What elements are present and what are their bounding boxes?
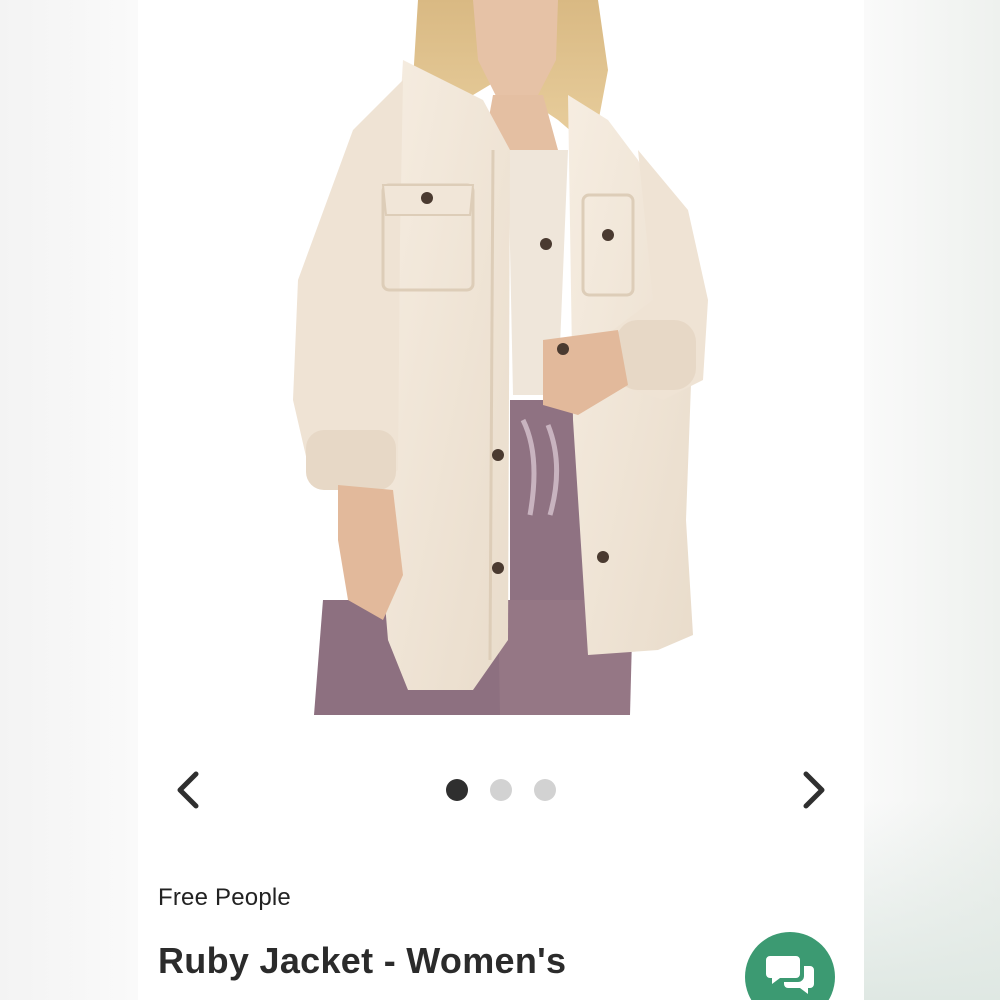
chat-button[interactable]	[745, 932, 835, 1000]
right-backdrop	[864, 0, 1000, 1000]
product-image[interactable]	[138, 0, 864, 715]
product-title: Ruby Jacket - Women's	[158, 940, 567, 981]
carousel-dot-3[interactable]	[534, 779, 556, 801]
brand-name[interactable]: Free People	[158, 884, 291, 912]
carousel-dot-2[interactable]	[490, 779, 512, 801]
image-carousel-controls	[138, 755, 864, 825]
product-panel: Free People Ruby Jacket - Women's	[138, 0, 864, 1000]
left-backdrop	[0, 0, 138, 1000]
next-image-button[interactable]	[792, 767, 838, 813]
carousel-dot-1[interactable]	[446, 779, 468, 801]
carousel-indicator	[138, 779, 864, 801]
chat-bubbles-icon	[766, 956, 814, 994]
product-photo-illustration	[293, 0, 708, 715]
chevron-right-icon	[803, 771, 825, 809]
